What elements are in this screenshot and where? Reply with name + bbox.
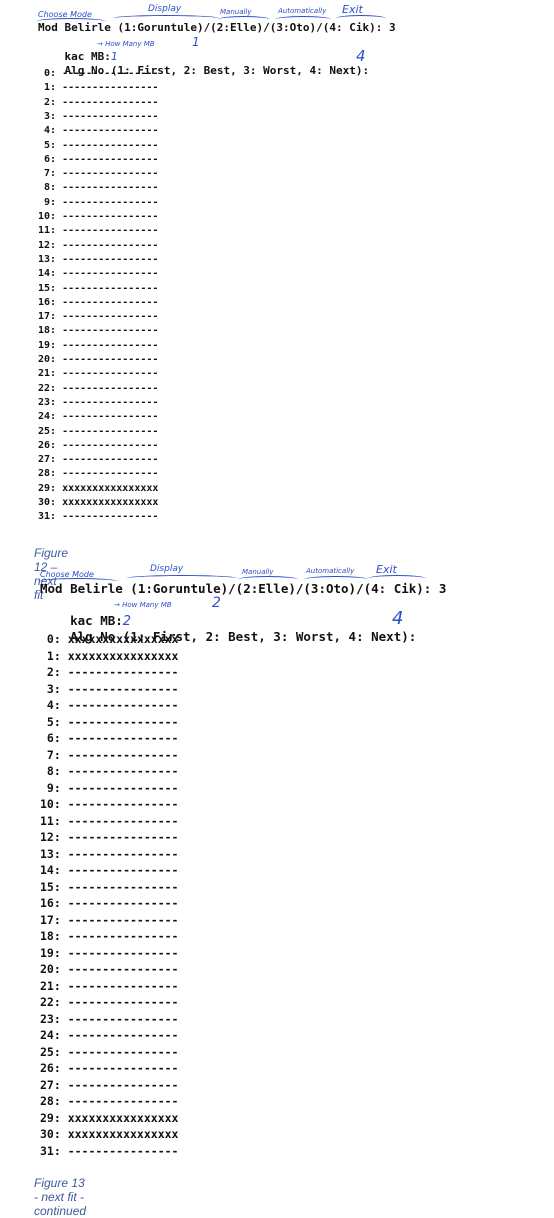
memory-row: 4: ---------------- (40, 698, 179, 712)
memory-row: 6: ---------------- (40, 731, 179, 745)
annotation-display: Display (150, 564, 184, 574)
memory-row: 1: xxxxxxxxxxxxxxxx (40, 648, 179, 663)
memory-row: 2: ---------------- (40, 665, 179, 679)
memory-row: 16: ---------------- (38, 296, 159, 308)
memory-row: 22: ---------------- (38, 382, 159, 394)
memory-row: 11: ---------------- (38, 225, 159, 237)
memory-row: 10: ---------------- (38, 211, 159, 222)
figure-caption: Figure 13 - next fit - continued (34, 1176, 87, 1218)
memory-row: 13: ---------------- (38, 253, 159, 265)
memory-row: 31: ---------------- (38, 511, 159, 523)
mb-answer-handwritten: 1 (192, 35, 200, 49)
memory-row: 25: ---------------- (38, 425, 159, 437)
memory-row: 24: ---------------- (40, 1028, 179, 1042)
memory-row: 29: xxxxxxxxxxxxxxxx (40, 1110, 179, 1125)
memory-row: 18: ---------------- (38, 325, 159, 337)
memory-row: 7: ---------------- (40, 747, 179, 762)
memory-row: 17: ---------------- (38, 311, 159, 323)
memory-row: 8: ---------------- (38, 182, 159, 194)
memory-row: 23: ---------------- (40, 1011, 179, 1026)
memory-row: 21: ---------------- (40, 978, 179, 993)
memory-row: 15: ---------------- (40, 879, 179, 894)
annotation-automatically: Automatically (306, 567, 355, 575)
memory-row: 5: ---------------- (38, 139, 159, 151)
memory-row: 26: ---------------- (40, 1061, 179, 1075)
memory-row: 2: ---------------- (38, 96, 159, 108)
memory-row: 16: ---------------- (40, 896, 179, 910)
memory-row: 25: ---------------- (40, 1044, 179, 1059)
memory-row: 8: ---------------- (40, 764, 179, 778)
memory-row: 27: ---------------- (40, 1077, 179, 1092)
memory-row: 31: ---------------- (40, 1143, 179, 1158)
annotation-manually: Manually (220, 8, 252, 16)
memory-row: 18: ---------------- (40, 929, 179, 943)
memory-row: 10: ---------------- (40, 797, 179, 811)
memory-row: 3: ---------------- (40, 681, 179, 696)
memory-row: 9: ---------------- (40, 780, 179, 795)
memory-row: 12: ---------------- (38, 239, 159, 251)
memory-row: 15: ---------------- (38, 282, 159, 294)
annotation-manually: Manually (242, 568, 274, 576)
memory-row: 7: ---------------- (38, 168, 159, 180)
annotation-automatically: Automatically (278, 7, 327, 15)
memory-row: 21: ---------------- (38, 368, 159, 380)
mode-prompt: Mod Belirle (1:Goruntule)/(2:Elle)/(3:Ot… (40, 581, 447, 596)
annotation-how-many: → How Many MB (97, 40, 155, 48)
memory-row: 17: ---------------- (40, 912, 179, 927)
memory-row: 0: xxxxxxxxxxxxxxxx (40, 632, 179, 646)
memory-row: 23: ---------------- (38, 396, 159, 408)
memory-row: 22: ---------------- (40, 995, 179, 1009)
annotation-display: Display (148, 4, 182, 14)
memory-row: 6: ---------------- (38, 153, 159, 165)
memory-row: 1: ---------------- (38, 82, 159, 94)
annotation-how-many: → How Many MB (114, 601, 172, 609)
memory-row: 29: xxxxxxxxxxxxxxxx (38, 482, 159, 494)
memory-row: 30: xxxxxxxxxxxxxxxx (40, 1127, 179, 1141)
memory-row: 0: ---------------- (38, 68, 159, 79)
memory-row: 26: ---------------- (38, 439, 159, 451)
alg-answer: 4 (356, 47, 366, 65)
memory-row: 11: ---------------- (40, 813, 179, 828)
memory-row: 9: ---------------- (38, 196, 159, 208)
memory-row: 28: ---------------- (38, 468, 159, 480)
memory-row: 4: ---------------- (38, 125, 159, 137)
mode-prompt: Mod Belirle (1:Goruntule)/(2:Elle)/(3:Ot… (38, 21, 396, 34)
memory-row: 30: xxxxxxxxxxxxxxxx (38, 497, 159, 508)
memory-row: 19: ---------------- (40, 945, 179, 960)
memory-row: 27: ---------------- (38, 454, 159, 466)
memory-row: 14: ---------------- (40, 863, 179, 877)
memory-row: 24: ---------------- (38, 411, 159, 423)
memory-row: 12: ---------------- (40, 830, 179, 844)
memory-row: 20: ---------------- (38, 354, 159, 365)
memory-row: 14: ---------------- (38, 268, 159, 280)
memory-row: 3: ---------------- (38, 110, 159, 122)
memory-row: 20: ---------------- (40, 962, 179, 976)
memory-row: 5: ---------------- (40, 714, 179, 729)
memory-row: 13: ---------------- (40, 846, 179, 861)
memory-row: 28: ---------------- (40, 1094, 179, 1108)
alg-answer: 4 (392, 608, 404, 629)
mb-answer-handwritten: 2 (212, 595, 221, 611)
memory-row: 19: ---------------- (38, 339, 159, 351)
